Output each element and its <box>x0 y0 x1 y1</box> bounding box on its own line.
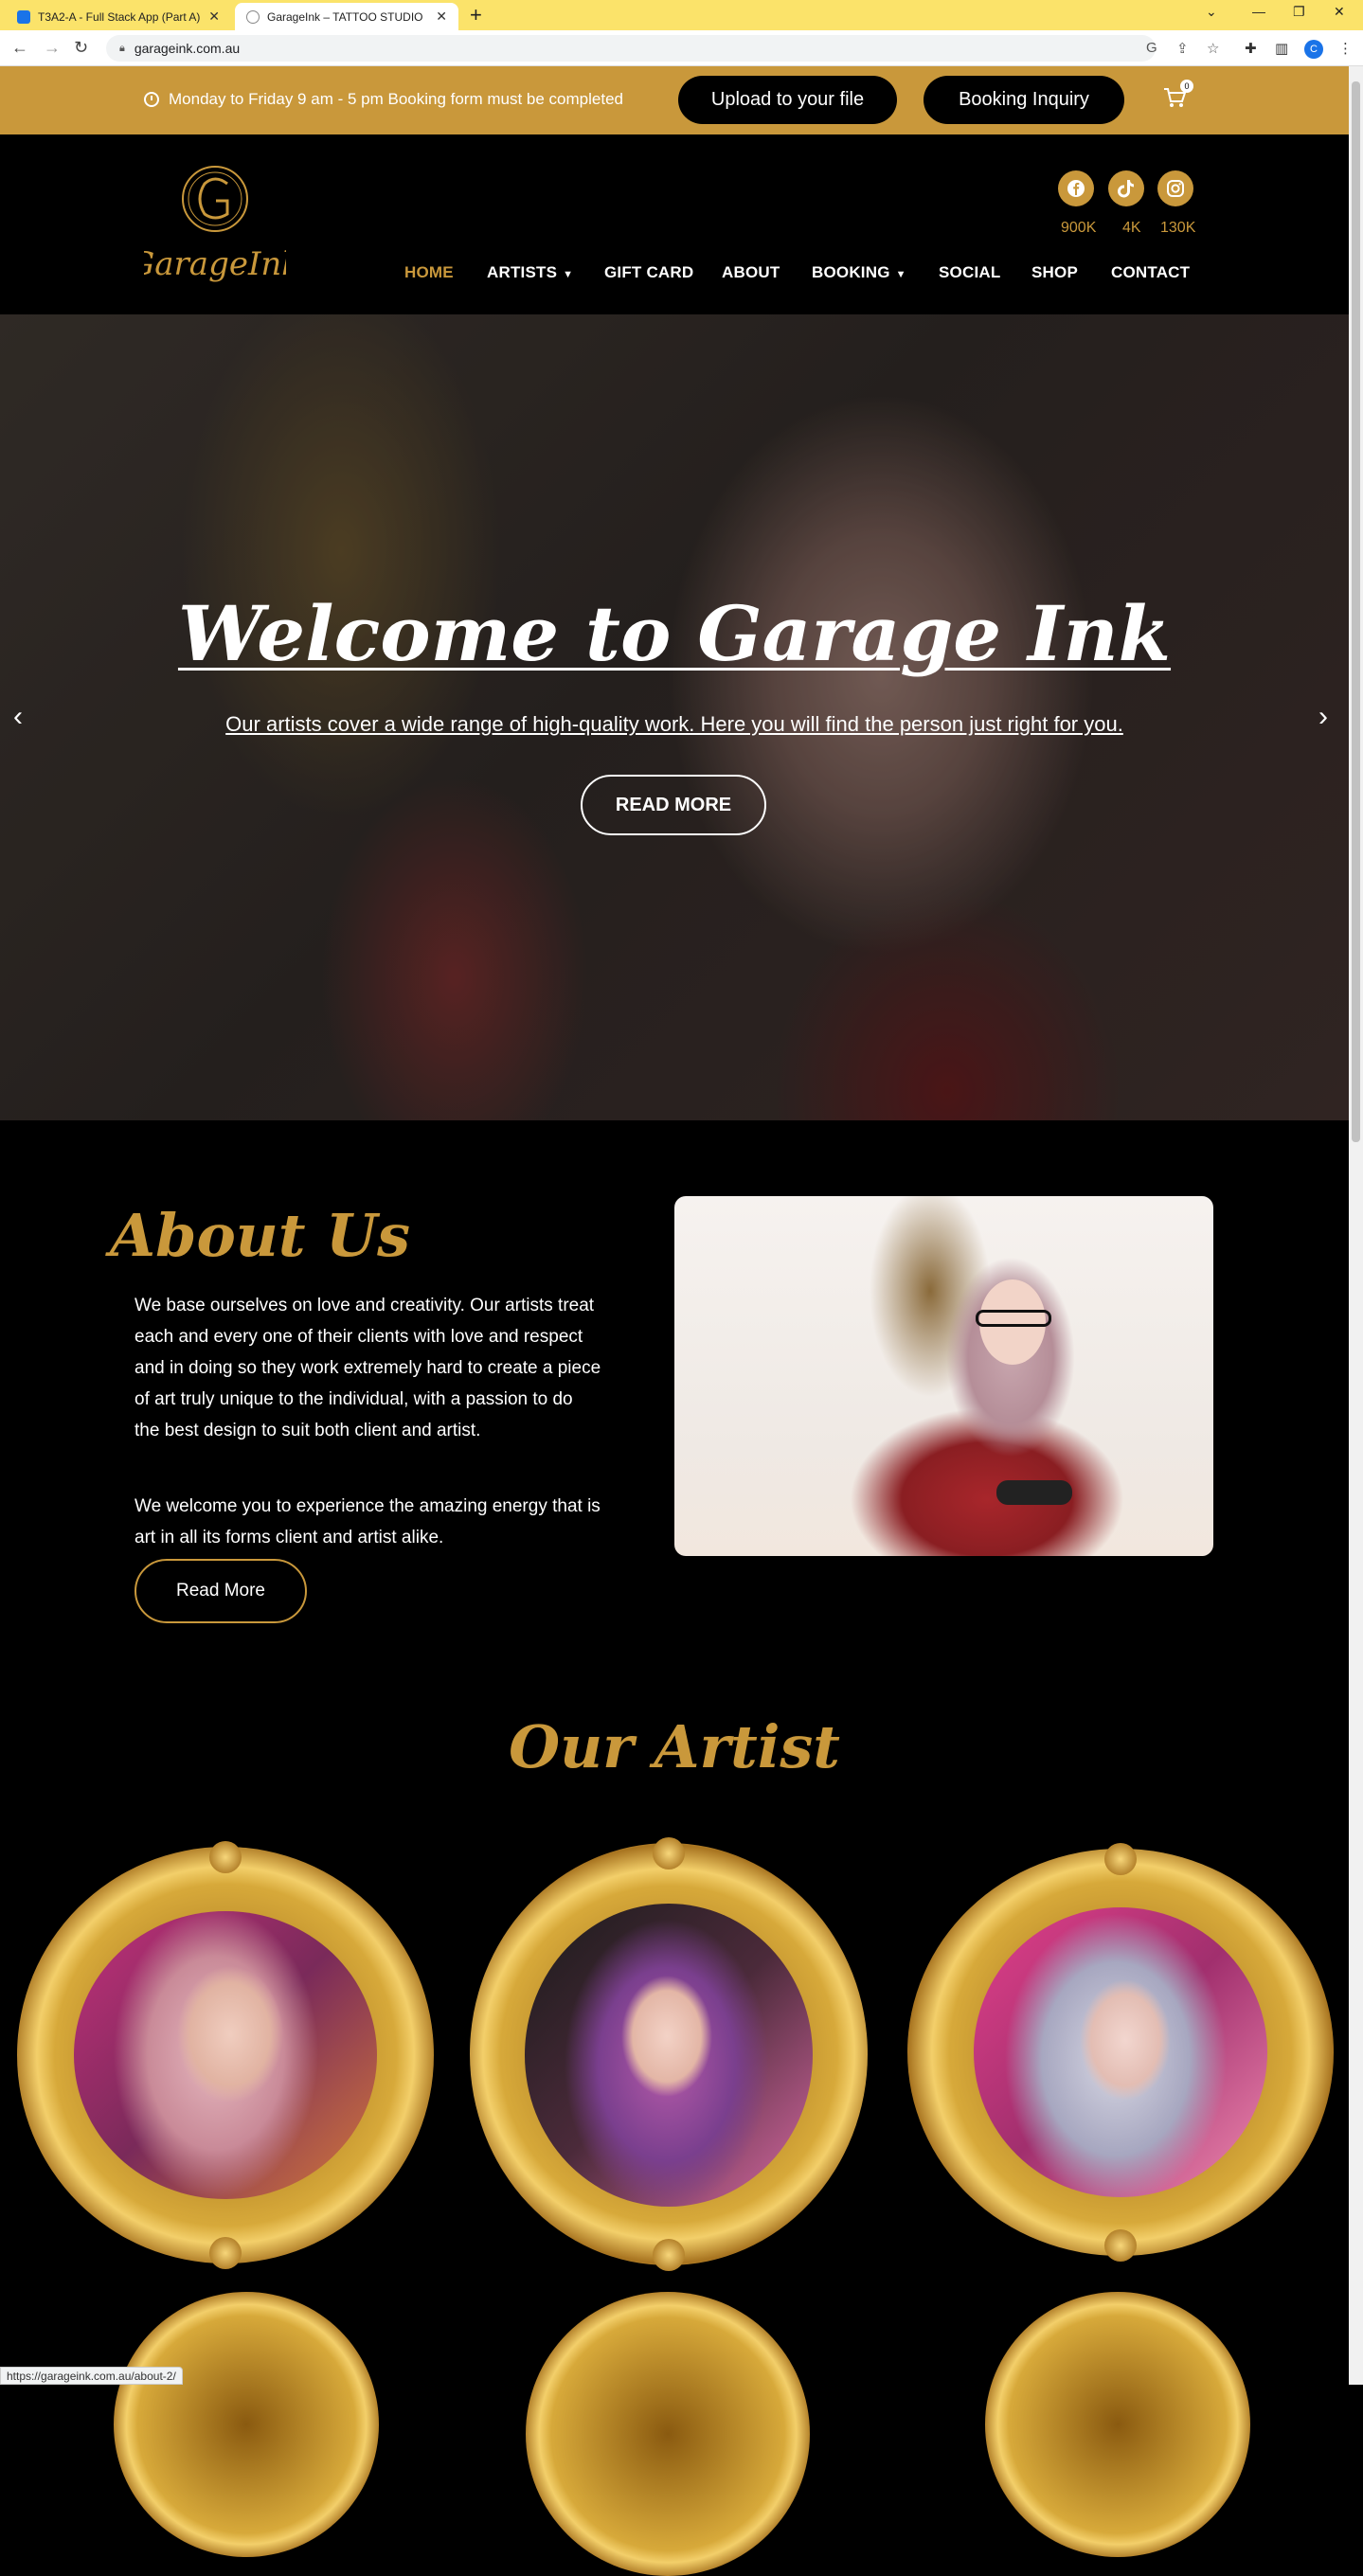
browser-tab-2[interactable]: GarageInk – TATTOO STUDIO ✕ <box>235 3 458 30</box>
tab-favicon-icon <box>246 9 260 24</box>
frame-ornament <box>209 2237 242 2269</box>
opening-hours-text: Monday to Friday 9 am - 5 pm Booking for… <box>169 90 623 108</box>
tiktok-icon <box>1118 180 1134 198</box>
about-paragraph-1: We base ourselves on love and creativity… <box>135 1296 601 1440</box>
frame-ornament <box>653 2239 685 2271</box>
sidebar-icon[interactable]: ▥ <box>1275 40 1288 57</box>
garageink-logo[interactable]: GarageInk <box>144 161 286 294</box>
facebook-icon <box>1067 180 1085 197</box>
nav-shop[interactable]: SHOP <box>1031 263 1078 282</box>
artists-title: Our Artist <box>509 1712 840 1781</box>
caret-down-icon: ▼ <box>895 269 906 280</box>
facebook-button[interactable] <box>1058 170 1094 206</box>
nav-artists-label: ARTISTS <box>487 263 558 281</box>
nav-booking[interactable]: BOOKING ▼ <box>812 263 906 282</box>
artist-card-2[interactable] <box>470 1837 868 2271</box>
share-icon[interactable]: ⇪ <box>1176 40 1189 57</box>
instagram-followers: 130K <box>1160 220 1196 236</box>
tab-search-icon[interactable]: ⌄ <box>1206 4 1217 20</box>
frame-ornament <box>1104 2229 1137 2262</box>
tiktok-followers: 4K <box>1122 220 1141 236</box>
logo-wordmark: GarageInk <box>144 245 286 283</box>
menu-kebab-icon[interactable]: ⋮ <box>1338 40 1353 57</box>
bookmark-star-icon[interactable]: ☆ <box>1207 40 1219 57</box>
google-icon[interactable]: G <box>1146 40 1157 56</box>
lock-icon: 🔒︎ <box>119 42 125 54</box>
photo-glasses <box>976 1310 1051 1327</box>
browser-tab-bar: T3A2-A - Full Stack App (Part A) ✕ Garag… <box>0 0 1363 30</box>
tab-favicon-icon <box>17 9 30 24</box>
nav-contact[interactable]: CONTACT <box>1111 263 1190 282</box>
artist-card-6[interactable] <box>985 2292 1250 2557</box>
frame-ornament <box>209 1841 242 1873</box>
artist-card-4[interactable] <box>114 2292 379 2557</box>
new-tab-button[interactable]: + <box>470 4 482 27</box>
reload-icon[interactable]: ↻ <box>74 38 88 57</box>
booking-inquiry-button[interactable]: Booking Inquiry <box>924 76 1124 124</box>
instagram-icon <box>1167 180 1184 197</box>
nav-social[interactable]: SOCIAL <box>939 263 1000 282</box>
nav-artists[interactable]: ARTISTS ▼ <box>487 263 573 282</box>
instagram-button[interactable] <box>1157 170 1193 206</box>
artist-card-3[interactable] <box>907 1843 1334 2262</box>
tab-title: GarageInk – TATTOO STUDIO <box>267 9 423 24</box>
scrollbar-thumb[interactable] <box>1352 81 1360 1142</box>
about-paragraph-2: We welcome you to experience the amazing… <box>135 1496 601 1547</box>
frame-ornament <box>653 1837 685 1869</box>
upload-file-button[interactable]: Upload to your file <box>678 76 897 124</box>
nav-about[interactable]: ABOUT <box>722 263 780 282</box>
caret-down-icon: ▼ <box>563 269 574 280</box>
hero-subtitle[interactable]: Our artists cover a wide range of high-q… <box>0 712 1349 737</box>
close-tab-icon[interactable]: ✕ <box>208 9 220 25</box>
url-text: garageink.com.au <box>134 41 241 56</box>
back-icon[interactable]: ← <box>11 38 28 57</box>
nav-gift-card[interactable]: GIFT CARD <box>604 263 693 282</box>
nav-booking-label: BOOKING <box>812 263 890 281</box>
hero-title: Welcome to Garage Ink <box>177 589 1172 678</box>
restore-icon[interactable]: ❐ <box>1293 4 1305 20</box>
site-top-bar: Monday to Friday 9 am - 5 pm Booking for… <box>0 66 1349 134</box>
slider-next-icon[interactable]: › <box>1318 701 1328 733</box>
about-title: About Us <box>110 1201 411 1270</box>
profile-avatar[interactable]: C <box>1304 40 1323 59</box>
cart-count-badge: 0 <box>1180 80 1193 93</box>
tab-title: T3A2-A - Full Stack App (Part A) <box>38 9 201 24</box>
artist-portrait-2 <box>525 1904 813 2207</box>
site-header: GarageInk 900K 4K 130K HOME ARTISTS ▼ GIF… <box>0 134 1349 314</box>
artist-portrait-3 <box>974 1907 1267 2197</box>
forward-icon[interactable]: → <box>44 38 61 57</box>
photo-glove <box>996 1480 1072 1505</box>
frame-ornament <box>1104 1843 1137 1875</box>
browser-tab-1[interactable]: T3A2-A - Full Stack App (Part A) ✕ <box>6 3 231 30</box>
address-bar-row: ← → ↻ 🔒︎ garageink.com.au G ⇪ ☆ ✚ ▥ C ⋮ <box>0 30 1363 66</box>
status-url-tooltip: https://garageink.com.au/about-2/ <box>0 2367 183 2385</box>
facebook-followers: 900K <box>1061 220 1097 236</box>
about-artist-photo <box>674 1196 1213 1556</box>
tiktok-button[interactable] <box>1108 170 1144 206</box>
artist-card-1[interactable] <box>17 1841 434 2269</box>
extensions-icon[interactable]: ✚ <box>1245 40 1257 57</box>
artist-card-5[interactable] <box>526 2292 810 2576</box>
close-tab-icon[interactable]: ✕ <box>436 9 447 25</box>
minimize-icon[interactable]: — <box>1252 4 1265 19</box>
nav-home[interactable]: HOME <box>404 263 454 282</box>
artist-portrait-1 <box>74 1911 377 2199</box>
opening-hours: Monday to Friday 9 am - 5 pm Booking for… <box>144 90 623 109</box>
about-read-more-button[interactable]: Read More <box>135 1559 307 1623</box>
clock-icon <box>144 92 159 107</box>
hero-slider: ‹ Welcome to Garage Ink Our artists cove… <box>0 314 1349 1120</box>
url-field[interactable]: 🔒︎ garageink.com.au <box>106 35 1156 62</box>
hero-read-more-button[interactable]: READ MORE <box>581 775 766 835</box>
close-window-icon[interactable]: ✕ <box>1334 4 1345 20</box>
